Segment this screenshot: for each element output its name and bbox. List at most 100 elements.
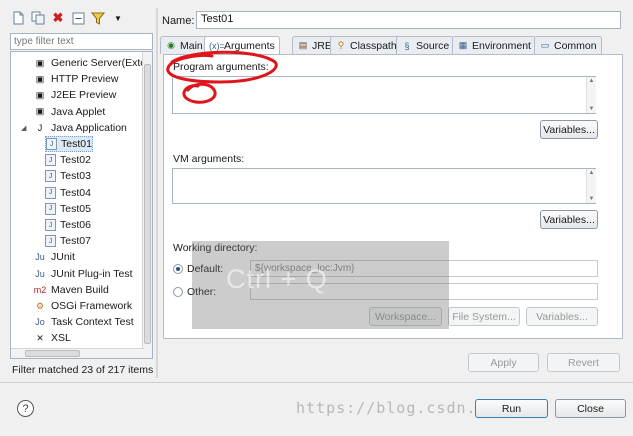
server-icon: ▣ bbox=[35, 57, 45, 68]
tree-item-label: Maven Build bbox=[51, 283, 109, 296]
tree-item[interactable]: ✕ XSL bbox=[33, 330, 71, 346]
other-radio-button[interactable] bbox=[173, 287, 183, 297]
apply-button[interactable]: Apply bbox=[468, 353, 539, 372]
jre-tab-icon: ▤ bbox=[298, 40, 308, 50]
tree-item-label: Test04 bbox=[60, 186, 91, 199]
tree-item[interactable]: J Test05 bbox=[45, 201, 91, 217]
j2ee-icon: ▣ bbox=[35, 89, 45, 100]
collapse-all-icon[interactable] bbox=[70, 10, 86, 26]
default-radio-button[interactable] bbox=[173, 264, 183, 274]
java-app-icon: J bbox=[37, 122, 43, 133]
tab-common-label: Common bbox=[554, 39, 597, 52]
directory-variables-button[interactable]: Variables... bbox=[526, 307, 598, 326]
tree-item[interactable]: J Test07 bbox=[45, 233, 91, 249]
tab-environment[interactable]: ▦ Environment bbox=[452, 36, 536, 54]
tab-jre-label: JRE bbox=[312, 39, 332, 52]
shortcut-overlay-text: Ctrl + Q bbox=[226, 264, 328, 294]
common-tab-icon: ▭ bbox=[540, 40, 550, 50]
launch-config-toolbar: ✖ ▼ bbox=[10, 8, 126, 28]
osgi-icon: ⚙ bbox=[35, 300, 45, 311]
xsl-icon: ✕ bbox=[36, 332, 44, 343]
tree-item[interactable]: ⚙ OSGi Framework bbox=[33, 298, 132, 314]
vm-arguments-scrollbar[interactable]: ▲ ▼ bbox=[586, 169, 596, 203]
source-tab-icon: § bbox=[404, 40, 410, 51]
classpath-tab-icon: ⚲ bbox=[337, 40, 345, 50]
tree-item-label: JUnit Plug-in Test bbox=[51, 267, 133, 280]
tree-item-label: J2EE Preview bbox=[51, 89, 117, 102]
environment-tab-icon: ▦ bbox=[458, 40, 468, 50]
tree-item[interactable]: m2 Maven Build bbox=[33, 282, 109, 298]
chevron-down-icon[interactable]: ▼ bbox=[110, 10, 126, 26]
java-file-icon: J bbox=[45, 235, 56, 248]
java-file-icon: J bbox=[45, 202, 56, 215]
tab-classpath[interactable]: ⚲ Classpath bbox=[330, 36, 402, 54]
tree-item-label: Generic Server(Exter bbox=[51, 57, 150, 69]
tree-vertical-scrollbar[interactable] bbox=[142, 52, 152, 358]
tree-item[interactable]: ▣ HTTP Preview bbox=[33, 71, 119, 87]
tree-item[interactable]: J Test04 bbox=[45, 185, 91, 201]
tab-classpath-label: Classpath bbox=[350, 39, 397, 52]
tree-item[interactable]: J Test03 bbox=[45, 168, 91, 184]
duplicate-icon[interactable] bbox=[30, 10, 46, 26]
filter-input[interactable] bbox=[10, 33, 153, 50]
java-file-icon: J bbox=[46, 138, 57, 150]
tree-item[interactable]: ◢ J Java Application bbox=[21, 120, 127, 136]
vm-arguments-label: VM arguments: bbox=[173, 153, 245, 165]
program-variables-button[interactable]: Variables... bbox=[540, 120, 598, 139]
tree-item-label: Test02 bbox=[60, 154, 91, 167]
tree-item[interactable]: J Test01 bbox=[45, 136, 93, 152]
new-config-icon[interactable] bbox=[10, 10, 26, 26]
tree-item[interactable]: J Test02 bbox=[45, 152, 91, 168]
filter-status-text: Filter matched 23 of 217 items bbox=[12, 364, 154, 376]
tab-common[interactable]: ▭ Common bbox=[534, 36, 602, 54]
vm-arguments-textarea[interactable] bbox=[172, 168, 596, 204]
expand-arrow-icon[interactable]: ◢ bbox=[21, 124, 26, 132]
tab-environment-label: Environment bbox=[472, 39, 531, 52]
tree-item[interactable]: ▣ Java Applet bbox=[33, 104, 106, 120]
run-button[interactable]: Run bbox=[475, 399, 548, 418]
tree-item-label: Test07 bbox=[60, 235, 91, 248]
tree-item[interactable]: Jo Task Context Test bbox=[33, 314, 134, 330]
tree-item-label: Test03 bbox=[60, 170, 91, 183]
tree-item-label: OSGi Framework bbox=[51, 300, 133, 312]
filter-icon[interactable] bbox=[90, 10, 106, 26]
junit-plugin-icon: Ju bbox=[35, 268, 45, 279]
task-context-icon: Jo bbox=[35, 317, 45, 328]
tree-item-label: HTTP Preview bbox=[51, 73, 119, 86]
tree-item[interactable]: ▣ J2EE Preview bbox=[33, 87, 117, 103]
java-file-icon: J bbox=[45, 186, 56, 199]
name-label: Name: bbox=[162, 15, 195, 27]
tree-item-label: Java Application bbox=[51, 121, 127, 134]
red-annotation-marks bbox=[166, 50, 278, 104]
tree-item-label: Task Context Test bbox=[51, 316, 134, 329]
vm-variables-button[interactable]: Variables... bbox=[540, 210, 598, 229]
program-arguments-scrollbar[interactable]: ▲ ▼ bbox=[586, 77, 596, 113]
java-file-icon: J bbox=[45, 170, 56, 183]
tree-item-label: Test01 bbox=[61, 138, 92, 150]
launch-config-tree: ▣ Generic Server(Exter ▣ HTTP Preview ▣ J2EE … bbox=[10, 51, 153, 359]
tree-horizontal-scrollbar[interactable] bbox=[11, 348, 144, 358]
tree-item[interactable]: J Test06 bbox=[45, 217, 91, 233]
revert-button[interactable]: Revert bbox=[547, 353, 620, 372]
tree-item-label: Test06 bbox=[60, 219, 91, 231]
tree-item[interactable]: Ju JUnit Plug-in Test bbox=[33, 266, 133, 282]
tab-source[interactable]: § Source bbox=[396, 36, 455, 54]
panel-sash[interactable] bbox=[156, 8, 158, 378]
help-icon[interactable]: ? bbox=[17, 400, 34, 417]
tree-item[interactable]: ▣ Generic Server(Exter bbox=[33, 55, 150, 71]
maven-icon: m2 bbox=[33, 284, 47, 295]
name-input[interactable]: Test01 bbox=[196, 11, 621, 29]
applet-icon: ▣ bbox=[35, 106, 45, 117]
file-system-button[interactable]: File System... bbox=[448, 307, 520, 326]
tab-source-label: Source bbox=[416, 39, 450, 52]
tree-item-label: XSL bbox=[51, 332, 71, 345]
tree-item-label: Java Applet bbox=[51, 105, 106, 118]
tree-item[interactable]: Ju JUnit bbox=[33, 249, 75, 265]
java-file-icon: J bbox=[45, 219, 56, 231]
dialog-separator bbox=[0, 382, 633, 383]
tree-item-label: JUnit bbox=[51, 251, 75, 264]
close-button[interactable]: Close bbox=[555, 399, 626, 418]
java-file-icon: J bbox=[45, 154, 56, 167]
http-icon: ▣ bbox=[35, 73, 45, 84]
delete-icon[interactable]: ✖ bbox=[50, 10, 66, 26]
